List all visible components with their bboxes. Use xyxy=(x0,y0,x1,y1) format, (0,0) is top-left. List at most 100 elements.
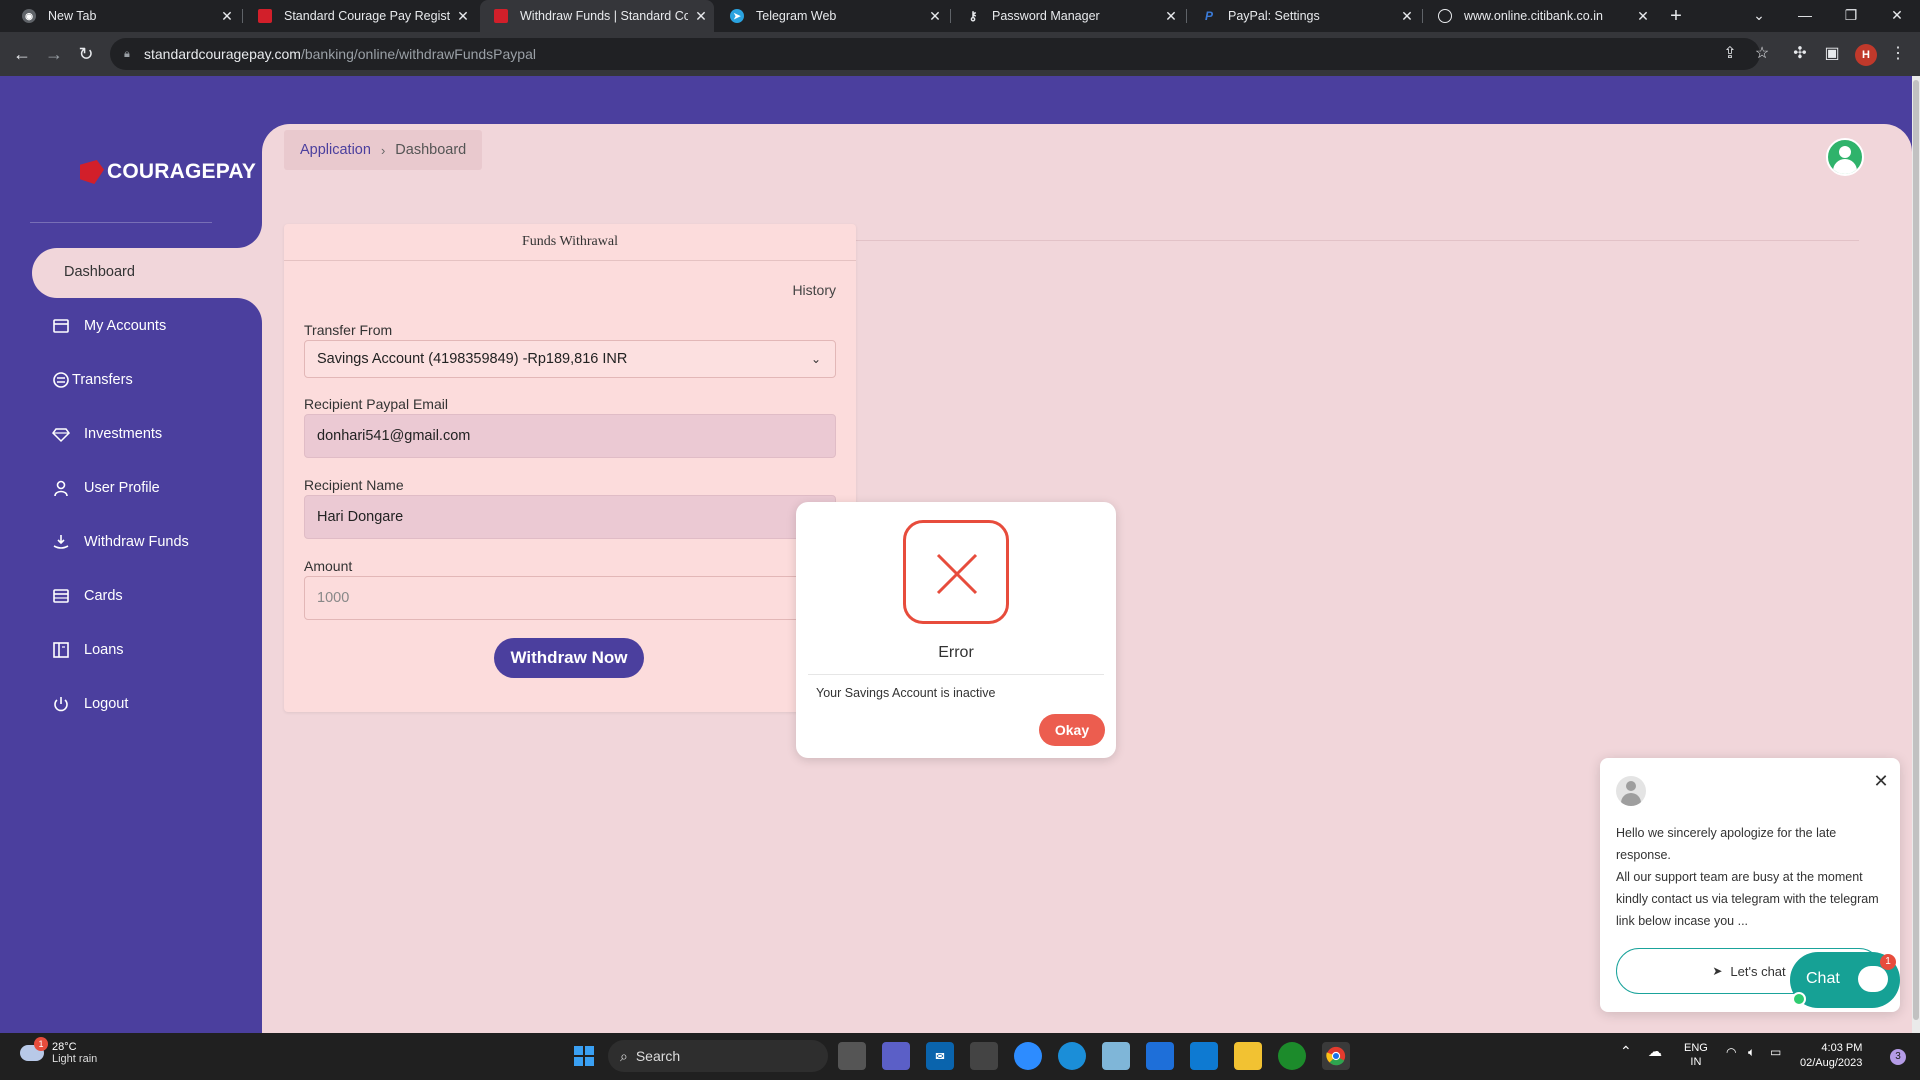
chevron-right-icon: › xyxy=(380,142,386,158)
clock[interactable]: 4:03 PM 02/Aug/2023 xyxy=(1800,1041,1862,1071)
chrome-taskbar-icon[interactable] xyxy=(1322,1042,1350,1070)
store-icon[interactable] xyxy=(970,1042,998,1070)
card-icon xyxy=(52,587,70,605)
volume-icon[interactable]: 🔈︎ xyxy=(1748,1045,1755,1060)
lock-icon[interactable]: 🔒︎ xyxy=(124,48,136,60)
close-tab-icon[interactable]: ✕ xyxy=(1158,8,1184,25)
close-tab-icon[interactable]: ✕ xyxy=(688,8,714,25)
tab-divider xyxy=(950,9,951,23)
close-window-button[interactable]: ✕ xyxy=(1874,0,1920,32)
photos-icon[interactable] xyxy=(1102,1042,1130,1070)
sidebar-item-logout[interactable]: Logout xyxy=(52,692,128,716)
xbox-icon[interactable] xyxy=(1278,1042,1306,1070)
diamond-icon xyxy=(52,425,70,443)
error-modal: Error Your Savings Account is inactive O… xyxy=(796,502,1116,758)
teams-icon[interactable] xyxy=(882,1042,910,1070)
onedrive-icon[interactable]: ☁ xyxy=(1648,1043,1662,1060)
email-field[interactable]: donhari541@gmail.com xyxy=(304,414,836,458)
sidebar-item-dashboard[interactable]: Dashboard xyxy=(32,248,262,298)
side-panel-icon[interactable]: ▣ xyxy=(1820,42,1844,66)
sidebar-item-withdraw-funds[interactable]: Withdraw Funds xyxy=(52,530,189,554)
browser-tab-bar: ◉ New Tab ✕ Standard Courage Pay Registe… xyxy=(0,0,1920,32)
divider xyxy=(30,222,230,223)
scrollbar-thumb[interactable] xyxy=(1913,80,1919,1020)
withdraw-now-button[interactable]: Withdraw Now xyxy=(494,638,644,678)
breadcrumb-link-application[interactable]: Application xyxy=(300,142,371,158)
key-icon: ⚷ xyxy=(968,9,978,23)
edge-icon[interactable] xyxy=(1058,1042,1086,1070)
recipient-name-field[interactable]: Hari Dongare xyxy=(304,495,836,539)
amount-label: Amount xyxy=(304,558,353,574)
address-bar[interactable]: 🔒︎ standardcouragepay.com/banking/online… xyxy=(110,38,1760,70)
task-view-icon[interactable] xyxy=(838,1042,866,1070)
menu-icon[interactable]: ⋮ xyxy=(1886,42,1910,66)
app-icon[interactable] xyxy=(1146,1042,1174,1070)
okay-button[interactable]: Okay xyxy=(1039,714,1105,746)
close-tab-icon[interactable]: ✕ xyxy=(214,8,240,25)
share-icon[interactable]: ⇪ xyxy=(1718,42,1742,66)
sidebar-item-transfers[interactable]: Transfers xyxy=(52,368,133,392)
extensions-icon[interactable]: ✣ xyxy=(1788,42,1812,66)
notification-badge[interactable]: 3 xyxy=(1890,1049,1906,1065)
battery-icon[interactable]: ▭ xyxy=(1770,1045,1781,1059)
user-avatar[interactable] xyxy=(1826,138,1864,176)
logo-mark-icon xyxy=(80,160,104,184)
back-icon[interactable]: ← xyxy=(10,42,34,66)
tab-search-icon[interactable]: ⌄ xyxy=(1736,0,1782,32)
paypal-icon: P xyxy=(1204,9,1213,23)
agent-avatar xyxy=(1616,776,1646,806)
tab-new-tab[interactable]: ◉ New Tab ✕ xyxy=(8,0,240,32)
show-hidden-icons-icon[interactable]: ⌃ xyxy=(1620,1043,1632,1060)
zoom-icon[interactable] xyxy=(1014,1042,1042,1070)
history-link[interactable]: History xyxy=(792,282,836,298)
minimize-button[interactable]: — xyxy=(1782,0,1828,32)
transfer-from-label: Transfer From xyxy=(304,322,393,338)
reload-icon[interactable]: ↻ xyxy=(74,42,98,66)
file-explorer-icon[interactable] xyxy=(1234,1042,1262,1070)
power-icon xyxy=(52,695,70,713)
transfer-from-select[interactable]: Savings Account (4198359849) -Rp189,816 … xyxy=(304,340,836,378)
tab-telegram[interactable]: ➤ Telegram Web ✕ xyxy=(716,0,948,32)
tab-citibank[interactable]: www.online.citibank.co.in ✕ xyxy=(1424,0,1656,32)
avatar-body xyxy=(1833,159,1857,174)
tab-password-manager[interactable]: ⚷ Password Manager ✕ xyxy=(952,0,1184,32)
sidebar-item-investments[interactable]: Investments xyxy=(52,422,162,446)
close-tab-icon[interactable]: ✕ xyxy=(1630,8,1656,25)
language-indicator[interactable]: ENG IN xyxy=(1684,1041,1708,1069)
close-icon[interactable]: ✕ xyxy=(1872,772,1890,790)
new-tab-button[interactable]: + xyxy=(1664,4,1688,28)
sidebar-item-cards[interactable]: Cards xyxy=(52,584,123,608)
bookmark-star-icon[interactable]: ☆ xyxy=(1750,42,1774,66)
profile-avatar[interactable]: H xyxy=(1855,44,1877,66)
close-tab-icon[interactable]: ✕ xyxy=(450,8,476,25)
start-icon[interactable] xyxy=(570,1042,598,1070)
sidebar-item-my-accounts[interactable]: My Accounts xyxy=(52,314,166,338)
couragepay-logo[interactable]: COURAGEPAY xyxy=(80,160,256,184)
avatar-head xyxy=(1626,781,1636,791)
avatar-body xyxy=(1621,793,1641,806)
chat-launcher-button[interactable]: Chat 1 xyxy=(1790,952,1900,1008)
chevron-down-icon: ⌄ xyxy=(810,352,821,366)
rain-cloud-icon: 1 xyxy=(20,1037,48,1061)
couragepay-icon xyxy=(494,9,508,23)
avatar-head xyxy=(1839,146,1851,158)
close-tab-icon[interactable]: ✕ xyxy=(1394,8,1420,25)
weather-widget[interactable]: 1 28°C Light rain xyxy=(20,1037,97,1065)
vscode-icon[interactable] xyxy=(1190,1042,1218,1070)
mail-icon[interactable]: ✉ xyxy=(926,1042,954,1070)
forward-icon[interactable]: → xyxy=(42,42,66,66)
tab-paypal[interactable]: P PayPal: Settings ✕ xyxy=(1188,0,1420,32)
weather-badge: 1 xyxy=(34,1037,48,1051)
couragepay-icon xyxy=(258,9,272,23)
sidebar-item-user-profile[interactable]: User Profile xyxy=(52,476,160,500)
url-text: standardcouragepay.com/banking/online/wi… xyxy=(144,46,536,62)
sidebar-item-loans[interactable]: Loans xyxy=(52,638,124,662)
tab-withdraw-funds[interactable]: Withdraw Funds | Standard Cour ✕ xyxy=(480,0,714,32)
taskbar-search[interactable]: ⌕ Search xyxy=(608,1040,828,1072)
tab-register[interactable]: Standard Courage Pay Register f ✕ xyxy=(244,0,476,32)
close-tab-icon[interactable]: ✕ xyxy=(922,8,948,25)
restore-button[interactable]: ❐ xyxy=(1828,0,1874,32)
wifi-icon[interactable]: ◠ xyxy=(1726,1045,1736,1059)
tab-divider xyxy=(242,9,243,23)
amount-field[interactable]: 1000 xyxy=(304,576,836,620)
